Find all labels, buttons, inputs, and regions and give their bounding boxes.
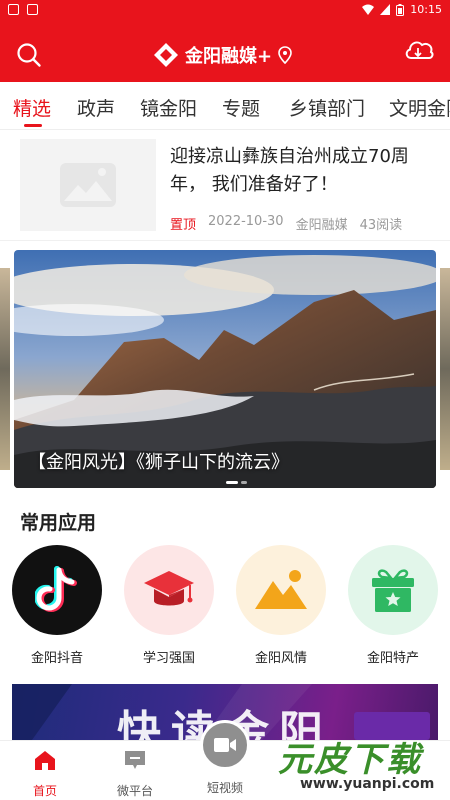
banner-prev-peek[interactable] bbox=[0, 268, 10, 470]
signal-icon bbox=[380, 4, 391, 15]
app-logo: 金阳融媒+ bbox=[153, 40, 292, 70]
article-title: 迎接凉山彝族自治州成立70周年， 我们准备好了！ bbox=[170, 146, 409, 195]
tab-government[interactable]: 政声 bbox=[77, 94, 115, 121]
home-icon bbox=[35, 751, 55, 770]
banner-caption: 【金阳风光】《狮子山下的流云》 bbox=[28, 452, 289, 473]
nav-label: 首页 bbox=[32, 784, 57, 798]
carousel-indicator bbox=[226, 481, 247, 484]
image-notification-icon bbox=[8, 4, 19, 15]
logo-mark-icon bbox=[154, 43, 178, 67]
article-thumbnail bbox=[20, 139, 156, 231]
cloud-icon[interactable] bbox=[404, 36, 434, 62]
app-label: 金阳抖音 bbox=[30, 651, 83, 666]
article-source: 金阳融媒 bbox=[295, 218, 348, 233]
message-icon bbox=[125, 751, 145, 769]
common-apps-grid: 金阳抖音 学习强国 金阳风情 金阳特产 bbox=[0, 545, 450, 670]
tab-featured[interactable]: 精选 bbox=[13, 94, 51, 121]
app-scenery[interactable]: 金阳风情 bbox=[235, 545, 327, 666]
app-label: 学习强国 bbox=[142, 651, 195, 666]
watermark: 元皮下载 www.yuanpi.com bbox=[270, 726, 450, 800]
short-video-fab[interactable] bbox=[200, 720, 250, 770]
tab-lens[interactable]: 镜金阳 bbox=[140, 94, 197, 121]
video-icon bbox=[214, 738, 236, 752]
nav-label: 短视频 bbox=[206, 781, 243, 795]
app-study[interactable]: 学习强国 bbox=[123, 545, 215, 666]
graduation-cap-icon bbox=[144, 571, 194, 606]
app-label: 金阳风情 bbox=[254, 651, 307, 666]
nav-micro-platform[interactable]: 微平台 bbox=[100, 749, 170, 799]
mountain-picture-icon bbox=[255, 570, 307, 609]
article-date: 2022-10-30 bbox=[208, 214, 284, 229]
watermark-url: www.yuanpi.com bbox=[300, 776, 435, 792]
location-pin-icon bbox=[278, 46, 292, 64]
app-specialty[interactable]: 金阳特产 bbox=[347, 545, 439, 666]
clock-time: 10:15 bbox=[410, 3, 442, 16]
app-tiktok[interactable]: 金阳抖音 bbox=[11, 545, 103, 666]
battery-icon bbox=[396, 3, 405, 16]
tab-towns[interactable]: 乡镇部门 bbox=[289, 94, 365, 121]
active-tab-indicator bbox=[24, 124, 42, 127]
app-header: 金阳融媒+ bbox=[0, 20, 450, 82]
banner-next-peek[interactable] bbox=[440, 268, 450, 470]
tab-topics[interactable]: 专题 bbox=[222, 94, 260, 121]
banner-carousel[interactable]: 【金阳风光】《狮子山下的流云》 bbox=[14, 250, 436, 488]
carousel-dot bbox=[241, 481, 247, 484]
nav-label: 微平台 bbox=[116, 784, 153, 798]
watermark-text: 元皮下载 bbox=[278, 740, 422, 780]
article-item[interactable]: 迎接凉山彝族自治州成立70周年， 我们准备好了！ 置顶 2022-10-30 金… bbox=[0, 131, 450, 241]
app-name: 金阳融媒+ bbox=[185, 46, 273, 67]
app-label: 金阳特产 bbox=[366, 651, 419, 666]
carousel-dot-active bbox=[226, 481, 238, 484]
channel-tabs: 精选 政声 镜金阳 专题 乡镇部门 文明金阳 bbox=[0, 82, 450, 130]
nav-home[interactable]: 首页 bbox=[10, 749, 80, 799]
search-icon[interactable] bbox=[16, 42, 42, 68]
app-notification-icon bbox=[27, 4, 38, 15]
article-meta: 置顶 2022-10-30 金阳融媒 43阅读 bbox=[170, 214, 402, 233]
status-bar: 10:15 bbox=[0, 0, 450, 20]
article-reads: 43阅读 bbox=[359, 218, 403, 233]
gift-box-icon bbox=[372, 569, 414, 612]
section-title-common-apps: 常用应用 bbox=[20, 512, 97, 534]
wifi-icon bbox=[362, 4, 375, 15]
image-placeholder-icon bbox=[60, 163, 116, 207]
pinned-badge: 置顶 bbox=[170, 218, 197, 233]
tab-civilization[interactable]: 文明金阳 bbox=[389, 94, 450, 121]
tiktok-icon bbox=[35, 566, 77, 613]
